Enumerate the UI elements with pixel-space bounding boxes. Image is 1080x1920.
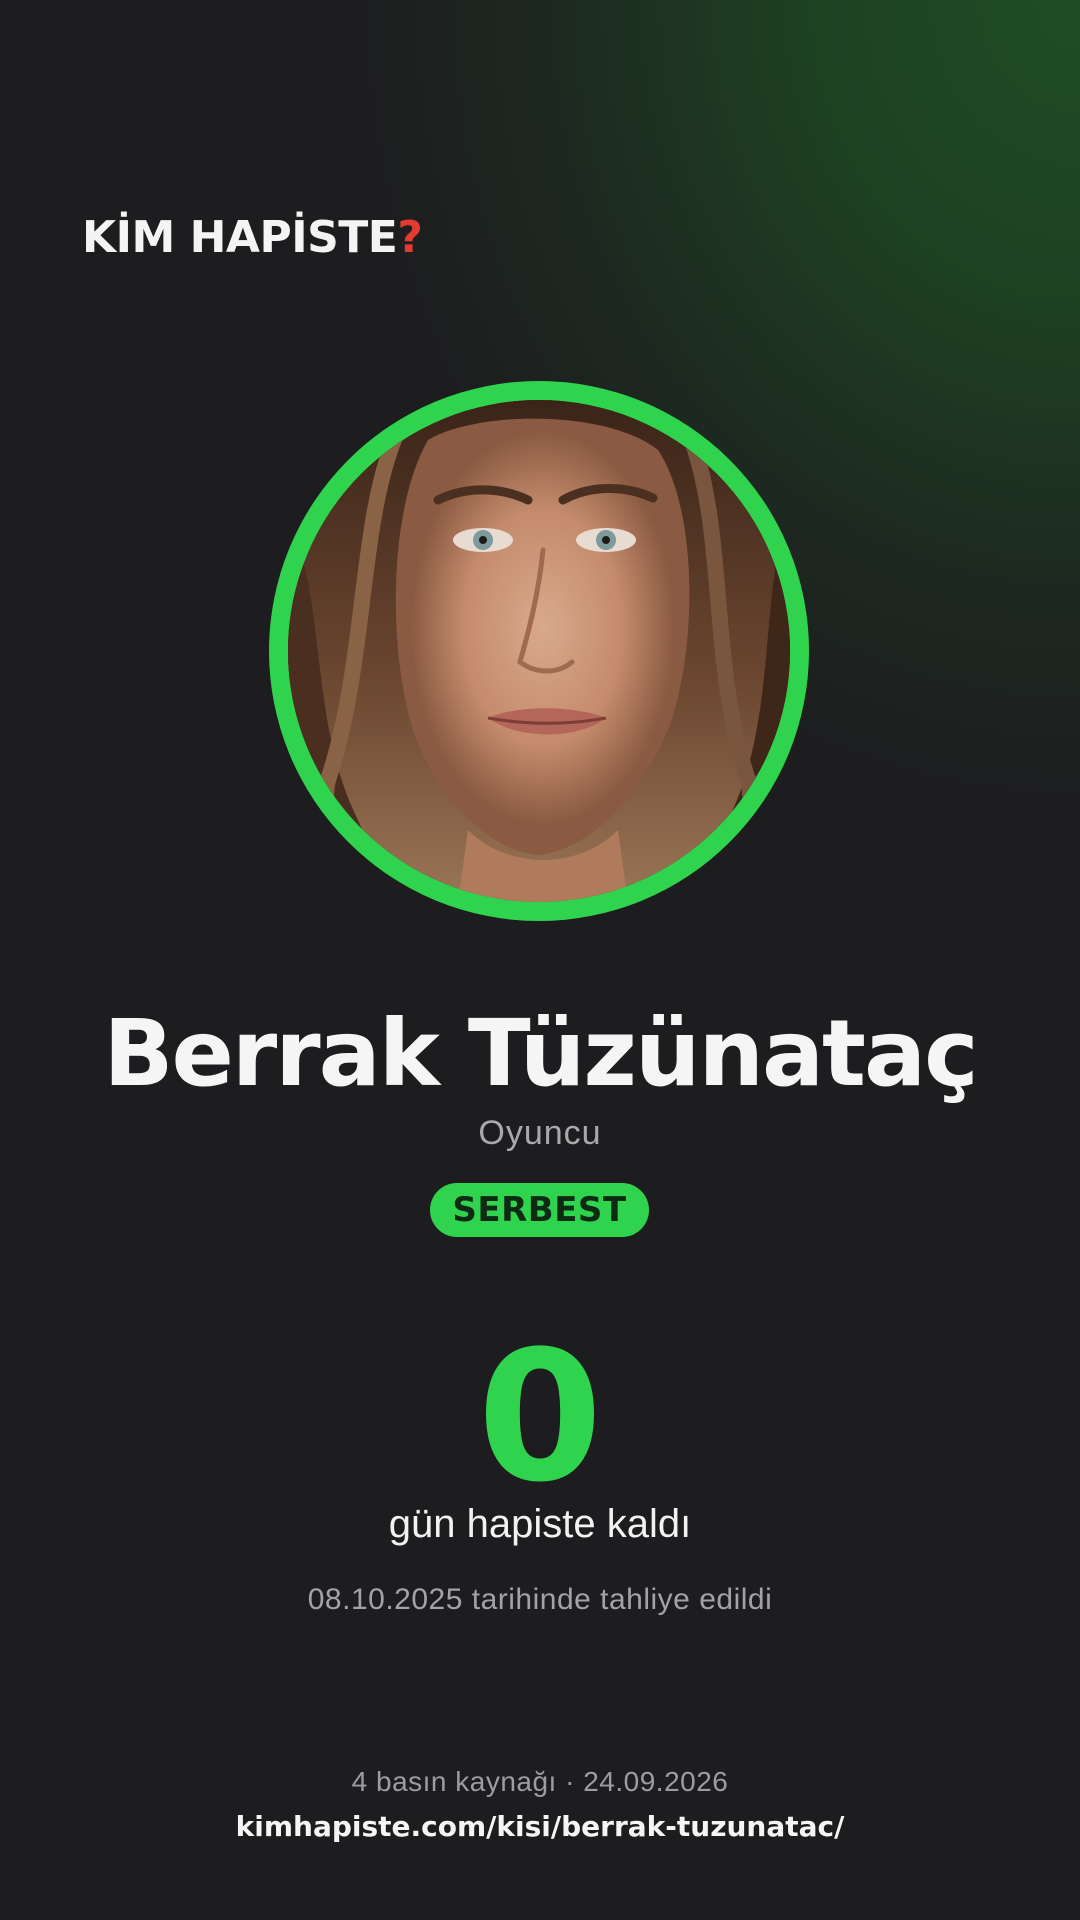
portrait-photo-icon — [288, 400, 790, 902]
days-label: gün hapiste kaldı — [388, 1502, 692, 1546]
person-name: Berrak Tüzünataç — [103, 1000, 978, 1107]
days-count: 0 — [477, 1313, 603, 1522]
share-card: KİM HAPİSTE? Berrak Tüzünataç Oyuncu SER… — [0, 0, 1080, 1920]
person-role: Oyuncu — [478, 1114, 602, 1152]
release-date-text: 08.10.2025 tarihinde tahliye edildi — [307, 1583, 773, 1616]
avatar — [288, 400, 790, 902]
avatar-ring — [269, 381, 809, 921]
brand-question-mark: ? — [397, 212, 423, 263]
status-badge: SERBEST — [430, 1183, 649, 1237]
sources-info: 4 basın kaynağı · 24.09.2026 — [351, 1766, 729, 1797]
profile-url-link[interactable]: kimhapiste.com/kisi/berrak-tuzunatac/ — [0, 1810, 1080, 1843]
brand-logo: KİM HAPİSTE? — [82, 212, 423, 263]
brand-name: KİM HAPİSTE — [82, 212, 398, 263]
